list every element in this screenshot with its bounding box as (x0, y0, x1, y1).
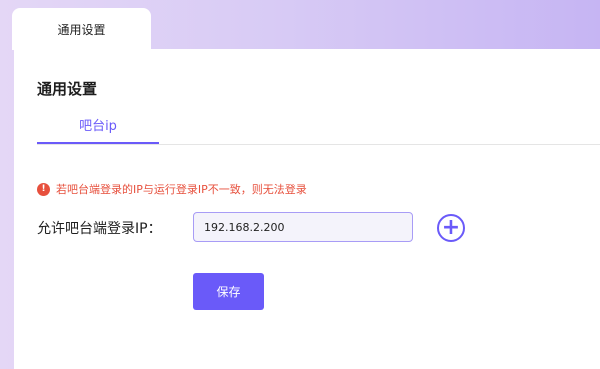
warning-notice: ! 若吧台端登录的IP与运行登录IP不一致，则无法登录 (37, 181, 307, 197)
sub-tab-label: 吧台ip (79, 119, 117, 134)
ip-input[interactable] (193, 212, 413, 242)
notice-text: 若吧台端登录的IP与运行登录IP不一致，则无法登录 (56, 183, 307, 196)
tab-label: 通用设置 (57, 22, 106, 37)
add-ip-button[interactable]: + (437, 214, 465, 242)
tab-general-settings[interactable]: 通用设置 (12, 8, 151, 50)
plus-circle-icon: + (441, 215, 461, 240)
settings-panel: 通用设置 吧台ip ! 若吧台端登录的IP与运行登录IP不一致，则无法登录 允许… (14, 49, 600, 369)
page-title: 通用设置 (37, 80, 98, 98)
tab-bar-ip[interactable]: 吧台ip (37, 115, 159, 144)
save-button[interactable]: 保存 (193, 273, 264, 310)
sub-tab-bar: 吧台ip (37, 115, 600, 145)
ip-field-label: 允许吧台端登录IP： (37, 221, 162, 237)
info-icon: ! (37, 182, 50, 196)
